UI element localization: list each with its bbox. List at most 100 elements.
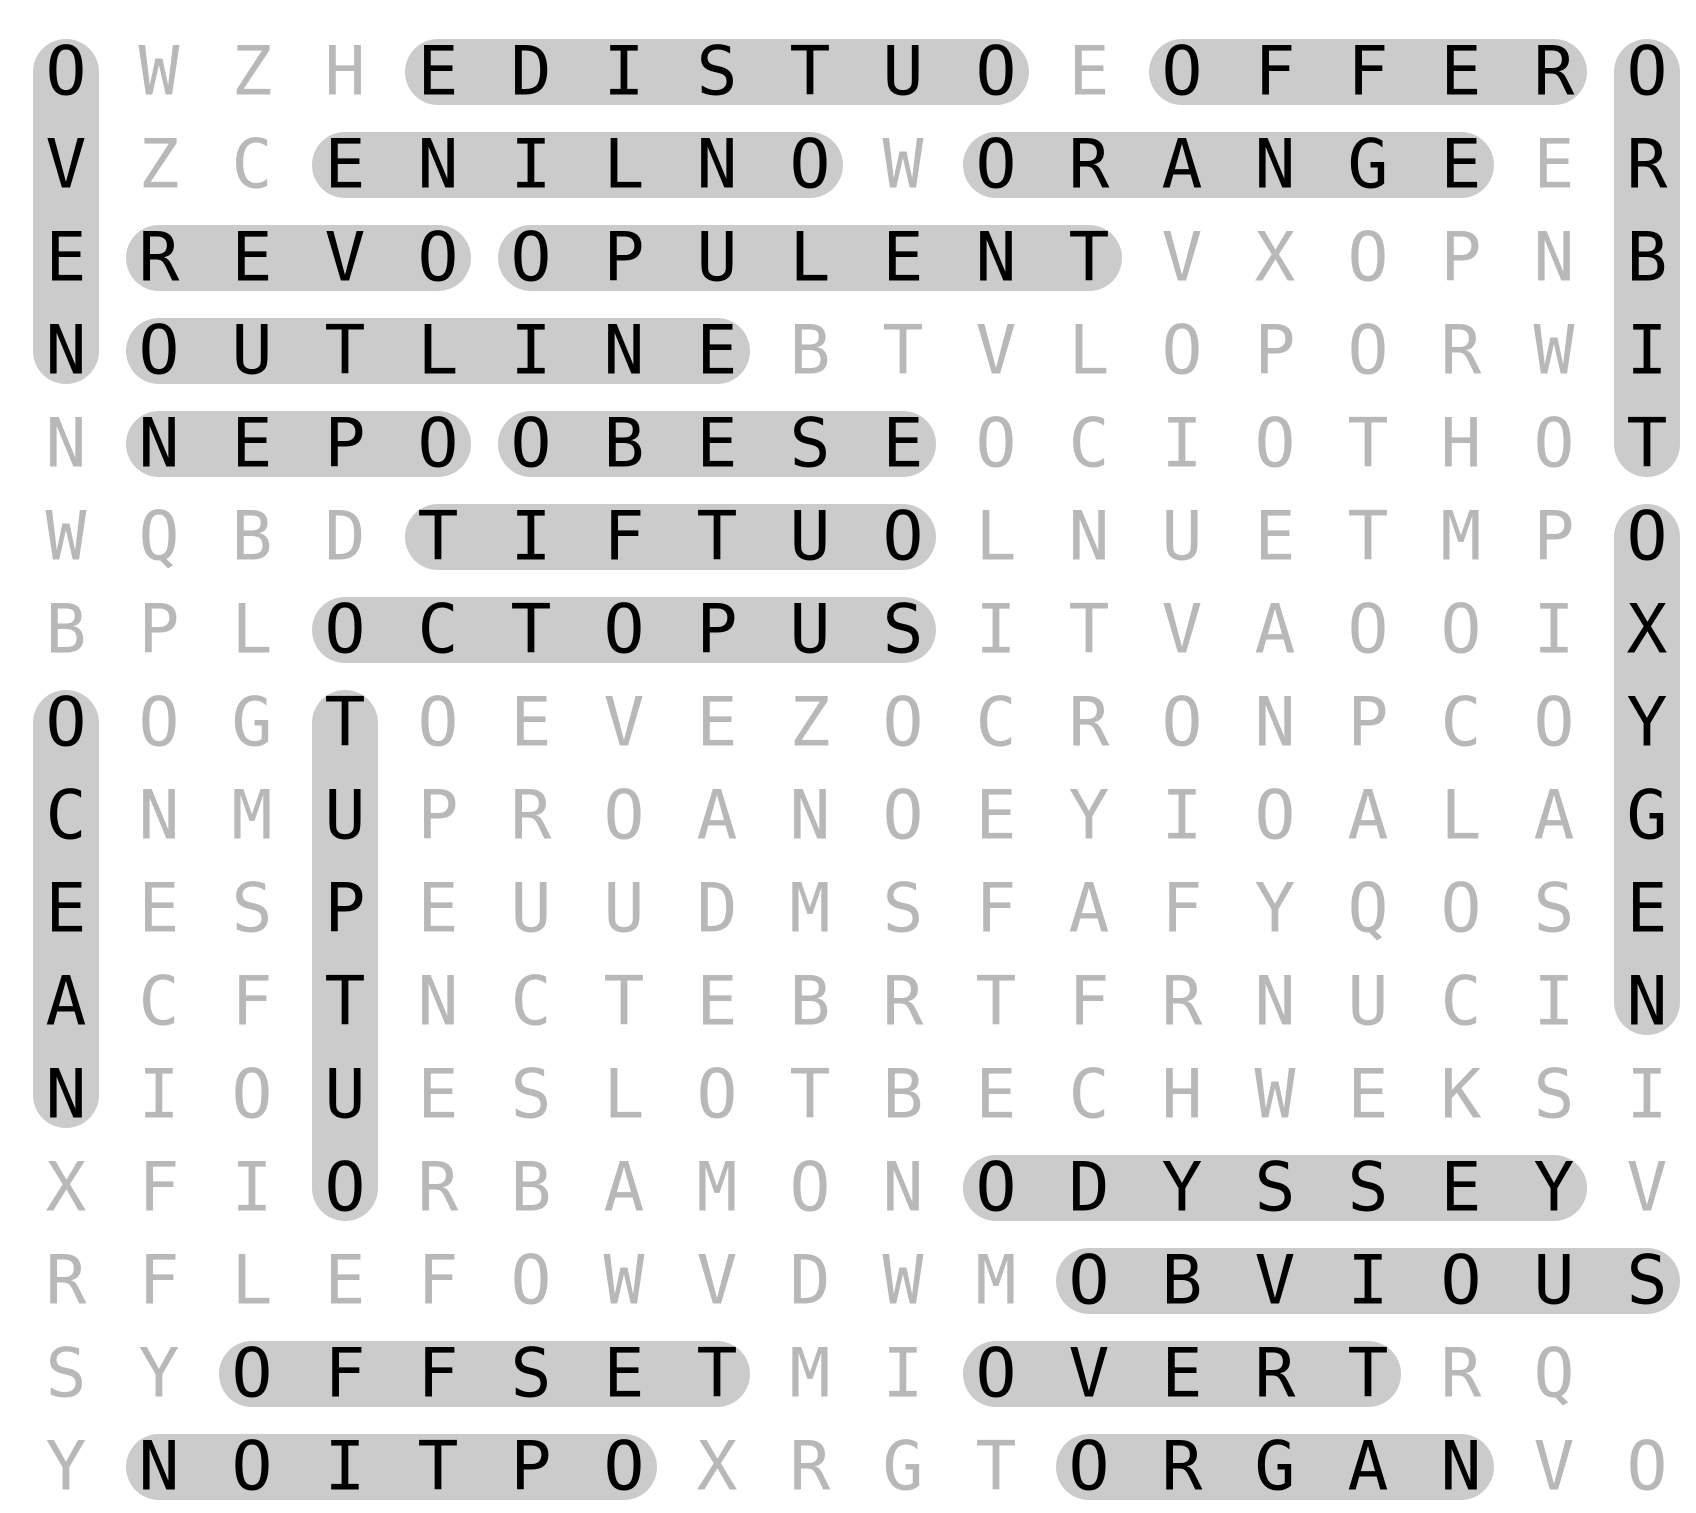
letter-cell[interactable]: O [1441, 870, 1482, 949]
letter-cell[interactable]: O [1627, 498, 1668, 577]
letter-cell[interactable]: I [511, 126, 552, 205]
letter-cell[interactable]: O [232, 1428, 273, 1507]
letter-cell[interactable]: Q [139, 498, 180, 577]
letter-cell[interactable]: V [1162, 591, 1203, 670]
letter-cell[interactable]: O [418, 684, 459, 763]
letter-cell[interactable]: U [697, 219, 738, 298]
letter-cell[interactable]: Q [1534, 1335, 1575, 1414]
letter-cell[interactable]: E [976, 1056, 1017, 1135]
letter-cell[interactable]: X [697, 1428, 738, 1507]
letter-cell[interactable]: U [325, 777, 366, 856]
letter-cell[interactable]: F [139, 1149, 180, 1228]
letter-cell[interactable]: N [883, 1149, 924, 1228]
letter-cell[interactable]: M [790, 1335, 831, 1414]
letter-cell[interactable]: O [325, 1149, 366, 1228]
letter-cell[interactable]: W [604, 1242, 645, 1321]
letter-cell[interactable]: M [976, 1242, 1017, 1321]
letter-cell[interactable]: T [790, 33, 831, 112]
letter-cell[interactable]: U [790, 498, 831, 577]
letter-cell[interactable]: S [1348, 1149, 1389, 1228]
letter-cell[interactable]: F [418, 1335, 459, 1414]
letter-cell[interactable]: W [883, 1242, 924, 1321]
letter-cell[interactable]: R [1255, 1335, 1296, 1414]
letter-cell[interactable]: D [790, 1242, 831, 1321]
letter-cell[interactable]: B [232, 498, 273, 577]
letter-cell[interactable]: P [325, 405, 366, 484]
letter-cell[interactable]: N [46, 312, 87, 391]
letter-cell[interactable]: O [1162, 33, 1203, 112]
letter-cell[interactable]: D [325, 498, 366, 577]
letter-cell[interactable]: N [139, 405, 180, 484]
letter-cell[interactable]: V [1069, 1335, 1110, 1414]
letter-cell[interactable]: O [1255, 405, 1296, 484]
letter-cell[interactable]: E [1069, 33, 1110, 112]
letter-cell[interactable]: F [325, 1335, 366, 1414]
letter-cell[interactable]: O [1162, 684, 1203, 763]
letter-cell[interactable]: S [697, 33, 738, 112]
letter-cell[interactable]: Y [1069, 777, 1110, 856]
letter-cell[interactable]: I [1534, 591, 1575, 670]
letter-cell[interactable]: O [604, 1428, 645, 1507]
letter-cell[interactable]: A [1348, 777, 1389, 856]
letter-cell[interactable]: R [139, 219, 180, 298]
letter-cell[interactable]: P [1255, 312, 1296, 391]
letter-cell[interactable]: N [697, 126, 738, 205]
letter-cell[interactable]: M [697, 1149, 738, 1228]
letter-cell[interactable]: E [46, 219, 87, 298]
letter-cell[interactable]: R [1441, 312, 1482, 391]
letter-cell[interactable]: E [883, 219, 924, 298]
letter-cell[interactable]: A [1069, 870, 1110, 949]
letter-cell[interactable]: P [1441, 219, 1482, 298]
letter-cell[interactable]: U [325, 1056, 366, 1135]
letter-cell[interactable]: E [1534, 126, 1575, 205]
letter-cell[interactable]: E [883, 405, 924, 484]
letter-cell[interactable]: S [46, 1335, 87, 1414]
letter-cell[interactable]: F [1069, 963, 1110, 1042]
letter-cell[interactable]: E [511, 684, 552, 763]
letter-cell[interactable]: C [1069, 1056, 1110, 1135]
letter-cell[interactable]: E [1441, 1149, 1482, 1228]
letter-cell[interactable]: R [511, 777, 552, 856]
letter-cell[interactable]: U [1534, 1242, 1575, 1321]
letter-cell[interactable]: O [976, 126, 1017, 205]
letter-cell[interactable]: L [232, 591, 273, 670]
letter-cell[interactable]: E [325, 126, 366, 205]
letter-cell[interactable]: U [883, 33, 924, 112]
letter-cell[interactable]: I [232, 1149, 273, 1228]
letter-cell[interactable]: E [1255, 498, 1296, 577]
letter-cell[interactable]: V [604, 684, 645, 763]
letter-cell[interactable]: T [511, 591, 552, 670]
letter-cell[interactable]: A [697, 777, 738, 856]
letter-cell[interactable]: F [418, 1242, 459, 1321]
letter-cell[interactable]: U [1162, 498, 1203, 577]
letter-cell[interactable]: T [1348, 1335, 1389, 1414]
letter-cell[interactable]: E [697, 684, 738, 763]
letter-cell[interactable]: O [604, 777, 645, 856]
letter-cell[interactable]: N [1255, 963, 1296, 1042]
letter-cell[interactable]: E [1348, 1056, 1389, 1135]
letter-cell[interactable]: N [1255, 684, 1296, 763]
letter-cell[interactable]: O [511, 219, 552, 298]
letter-cell[interactable]: K [1441, 1056, 1482, 1135]
letter-cell[interactable]: O [604, 591, 645, 670]
letter-cell[interactable]: O [790, 126, 831, 205]
letter-cell[interactable]: E [232, 405, 273, 484]
letter-cell[interactable]: V [325, 219, 366, 298]
letter-cell[interactable]: R [1162, 1428, 1203, 1507]
letter-cell[interactable]: H [1441, 405, 1482, 484]
letter-cell[interactable]: U [511, 870, 552, 949]
letter-cell[interactable]: O [418, 219, 459, 298]
letter-cell[interactable]: N [139, 1428, 180, 1507]
letter-cell[interactable]: P [1534, 498, 1575, 577]
letter-cell[interactable]: C [232, 126, 273, 205]
letter-cell[interactable]: L [976, 498, 1017, 577]
letter-cell[interactable]: N [604, 312, 645, 391]
letter-cell[interactable]: A [604, 1149, 645, 1228]
letter-cell[interactable]: Y [1534, 1149, 1575, 1228]
letter-cell[interactable]: T [976, 963, 1017, 1042]
letter-cell[interactable]: O [1255, 777, 1296, 856]
letter-cell[interactable]: Z [790, 684, 831, 763]
letter-cell[interactable]: A [1534, 777, 1575, 856]
letter-cell[interactable]: S [232, 870, 273, 949]
letter-cell[interactable]: U [604, 870, 645, 949]
